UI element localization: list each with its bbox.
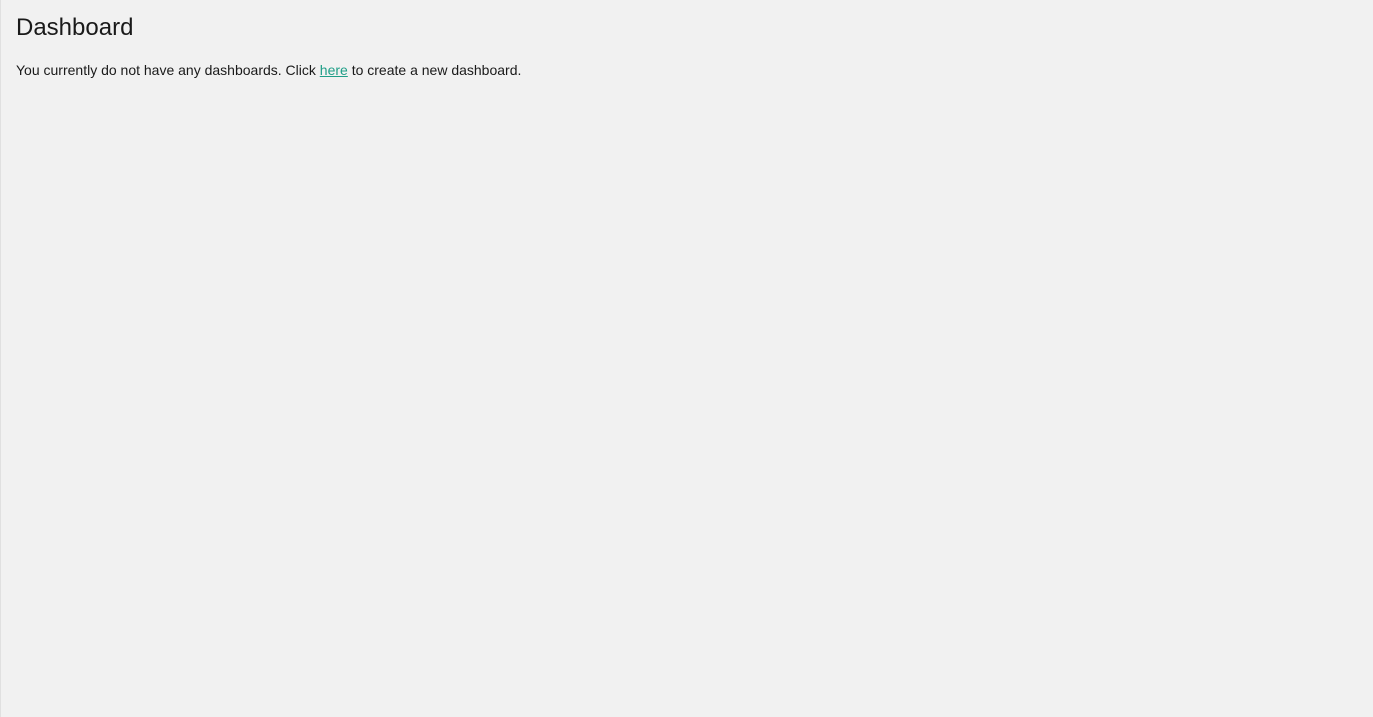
create-dashboard-link[interactable]: here — [320, 62, 348, 78]
empty-state-suffix: to create a new dashboard. — [348, 62, 522, 78]
empty-state-message: You currently do not have any dashboards… — [16, 61, 1358, 81]
main-content: Dashboard You currently do not have any … — [1, 0, 1373, 94]
page-title: Dashboard — [16, 14, 1358, 43]
empty-state-prefix: You currently do not have any dashboards… — [16, 62, 320, 78]
